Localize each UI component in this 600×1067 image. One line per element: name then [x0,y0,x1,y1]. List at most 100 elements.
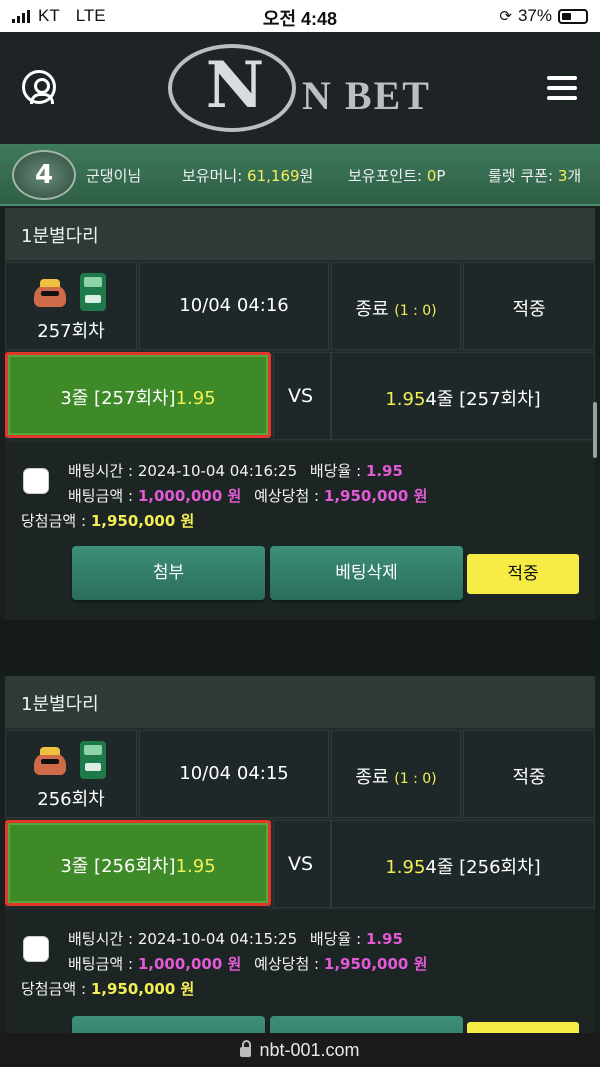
selected-pick-cell[interactable]: 3줄 [257회차]1.95 [5,352,271,438]
status-cell: 종료 (1 : 0) [331,262,461,350]
coupon-unit: 개 [567,167,582,185]
outcome-cell: 적중 [463,262,595,350]
other-pick-cell[interactable]: 1.954줄 [257회차] [331,352,595,440]
bet-detail: 배팅시간 : 2024-10-04 04:16:25 배당율 : 1.95 배팅… [5,442,595,620]
site-header: N N BET [0,32,600,144]
win-row: 당첨금액 : 1,950,000 원 [21,510,194,531]
bet-card: 1분별다리 257회차 10/04 04:16 종료 (1 : 0) 적중 VS… [5,208,595,620]
coupon-label: 룰렛 쿠폰: [488,167,554,185]
pick-odds: 1.95 [175,388,216,409]
bet-card: 1분별다리 256회차 10/04 04:15 종료 (1 : 0) 적중 VS… [5,676,595,1033]
card-separator [0,620,600,676]
result-hit-button[interactable]: 적중 [467,554,579,594]
delete-bet-button[interactable] [270,1016,463,1033]
round-label: 256회차 [37,789,105,810]
other-odds: 1.95 [385,857,426,878]
delete-bet-button[interactable]: 베팅삭제 [270,546,463,600]
status-right: ⟳ 37% [499,6,588,26]
expected-label: 예상당첨 : [254,955,320,973]
device-icon [80,273,106,311]
user-icon[interactable] [22,70,56,104]
vs-cell: VS [273,352,331,440]
vs-cell: VS [273,820,331,908]
money-label: 보유머니: [182,167,243,185]
bet-time-row: 배팅시간 : 2024-10-04 04:16:25 배당율 : 1.95 [68,460,403,481]
outcome-label: 적중 [512,767,546,788]
expected-value: 1,950,000 원 [323,955,428,973]
money-unit: 원 [299,167,314,185]
attach-button[interactable]: 첨부 [72,546,265,600]
win-label: 당첨금액 : [21,512,87,530]
other-pick-label: 4줄 [256회차] [425,857,541,878]
rotation-lock-icon: ⟳ [499,8,512,25]
expected-value: 1,950,000 원 [323,487,428,505]
pick-label: 3줄 [256회차] [60,856,176,877]
browser-url-bar[interactable]: nbt-001.com [0,1033,600,1067]
point-value: 0 [426,167,437,185]
bet-time: 2024-10-04 04:15:25 [137,930,298,948]
win-value: 1,950,000 원 [90,980,195,998]
pick-odds: 1.95 [175,856,216,877]
game-icons [34,741,114,779]
url-text: nbt-001.com [259,1040,360,1060]
status-text: 종료 (1 : 0) [332,763,460,789]
bet-time-row: 배팅시간 : 2024-10-04 04:15:25 배당율 : 1.95 [68,928,403,949]
amount-row: 배팅금액 : 1,000,000 원 예상당첨 : 1,950,000 원 [68,485,427,506]
expected-label: 예상당첨 : [254,487,320,505]
money-info: 보유머니: 61,169원 [182,165,313,186]
attach-button[interactable] [72,1016,265,1033]
section-title: 1분별다리 [5,676,595,728]
level-number: 4 [34,160,54,190]
hamburger-menu-icon[interactable] [547,76,577,100]
odds-label: 배당율 : [309,930,362,948]
battery-icon [558,8,588,24]
status-text: 종료 (1 : 0) [332,295,460,321]
money-value: 61,169 [247,167,300,185]
amount-row: 배팅금액 : 1,000,000 원 예상당첨 : 1,950,000 원 [68,953,427,974]
bet-time: 2024-10-04 04:16:25 [137,462,298,480]
score: (1 : 0) [394,303,437,319]
status-label: 종료 [355,767,389,788]
selected-pick: 3줄 [256회차]1.95 [8,852,268,878]
bet-checkbox[interactable] [23,468,49,494]
username: 군댕이님 [86,167,142,185]
status-label: 종료 [355,299,389,320]
outcome-cell: 적중 [463,730,595,818]
device-icon [80,741,106,779]
datetime-cell: 10/04 04:16 [139,262,329,350]
vs-label: VS [288,385,314,407]
other-pick-label: 4줄 [257회차] [425,389,541,410]
selected-pick: 3줄 [257회차]1.95 [8,384,268,410]
pick-label: 3줄 [257회차] [60,388,176,409]
game-round-cell: 257회차 [5,262,137,350]
bet-detail: 배팅시간 : 2024-10-04 04:15:25 배당율 : 1.95 배팅… [5,910,595,1033]
bet-checkbox[interactable] [23,936,49,962]
mascot-icon [34,747,66,775]
odds-value: 1.95 [365,930,403,948]
result-hit-button[interactable] [467,1022,579,1033]
amount-label: 배팅금액 : [68,487,134,505]
win-value: 1,950,000 원 [90,512,195,530]
mascot-icon [34,279,66,307]
odds-label: 배당율 : [309,462,362,480]
odds-value: 1.95 [365,462,403,480]
score: (1 : 0) [394,771,437,787]
amount-label: 배팅금액 : [68,955,134,973]
lock-icon [240,1040,252,1057]
win-label: 당첨금액 : [21,980,87,998]
datetime: 10/04 04:16 [179,295,289,316]
level-badge: 4 [12,150,76,200]
site-logo[interactable]: N N BET [168,44,448,134]
bet-time-label: 배팅시간 : [68,930,134,948]
bet-time-label: 배팅시간 : [68,462,134,480]
selected-pick-cell[interactable]: 3줄 [256회차]1.95 [5,820,271,906]
vs-label: VS [288,853,314,875]
other-pick-cell[interactable]: 1.954줄 [256회차] [331,820,595,908]
round-label: 257회차 [37,321,105,342]
outcome-label: 적중 [512,299,546,320]
logo-text: N BET [302,73,431,118]
point-label: 보유포인트: [348,167,423,185]
scrollbar-thumb[interactable] [593,402,597,458]
amount-value: 1,000,000 원 [137,487,242,505]
datetime-cell: 10/04 04:15 [139,730,329,818]
